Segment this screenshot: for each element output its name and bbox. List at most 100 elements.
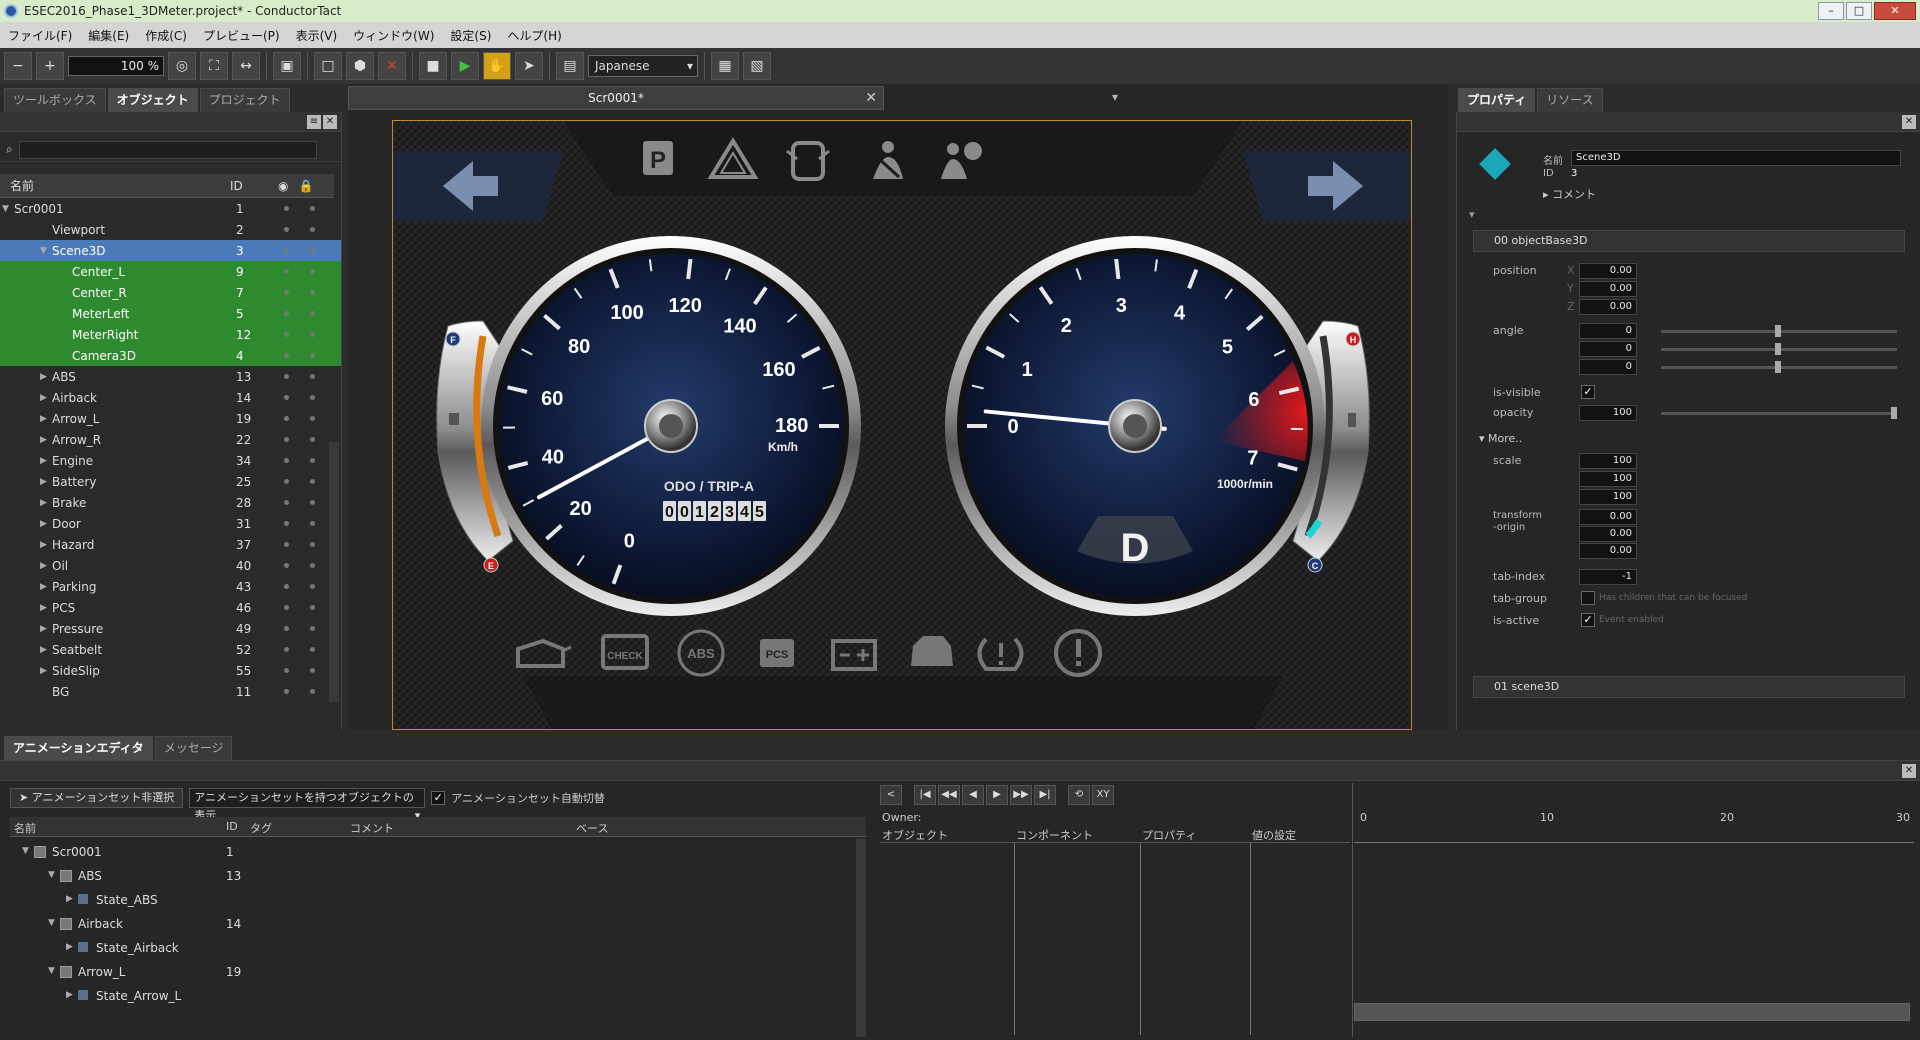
anim-row[interactable]: ▼ ABS 13: [10, 865, 850, 889]
tab-messages[interactable]: メッセージ: [154, 736, 233, 760]
tree-row[interactable]: ▶ Door 31: [0, 513, 341, 534]
timeline-ruler[interactable]: 0 10 20 30: [1354, 783, 1914, 843]
expand-icon[interactable]: ▼: [40, 246, 47, 256]
lock-icon[interactable]: 🔒: [288, 179, 313, 193]
tree-row[interactable]: ▶ Battery 25: [0, 471, 341, 492]
visibility-dot[interactable]: [284, 500, 289, 505]
visibility-dot[interactable]: [310, 206, 315, 211]
tree-row[interactable]: BG 11: [0, 681, 341, 702]
meter-stage[interactable]: P F E 0 20 40 60 80 100 120 140 160 180 …: [392, 120, 1412, 730]
fit-icon[interactable]: ◎: [168, 52, 196, 80]
visibility-dot[interactable]: [310, 395, 315, 400]
position-x-input[interactable]: 0.00: [1579, 263, 1637, 279]
visibility-dot[interactable]: [310, 479, 315, 484]
xy-button[interactable]: XY: [1092, 785, 1114, 805]
collapse-icon[interactable]: ▶: [40, 666, 47, 676]
collapse-icon[interactable]: ▶: [40, 603, 47, 613]
eye-icon[interactable]: ◉: [270, 179, 288, 193]
first-frame-icon[interactable]: |◀: [914, 785, 936, 805]
visibility-dot[interactable]: [310, 584, 315, 589]
visibility-dot[interactable]: [284, 626, 289, 631]
position-z-input[interactable]: 0.00: [1579, 299, 1637, 315]
visibility-dot[interactable]: [284, 542, 289, 547]
visibility-dot[interactable]: [284, 521, 289, 526]
anim-expand-icon[interactable]: ▶: [66, 990, 73, 1000]
tab-dropdown-icon[interactable]: ▾: [1112, 90, 1118, 104]
visibility-dot[interactable]: [284, 416, 289, 421]
autoswitch-checkbox[interactable]: ✓: [431, 791, 446, 805]
visibility-dot[interactable]: [310, 500, 315, 505]
anim-row[interactable]: ▼ Airback 14: [10, 913, 850, 937]
more-toggle[interactable]: ▾ More..: [1479, 432, 1522, 445]
anim-scrollbar[interactable]: [856, 839, 866, 1037]
tree-row[interactable]: ▶ Seatbelt 52: [0, 639, 341, 660]
panel-close-icon[interactable]: ✕: [323, 115, 337, 129]
is-visible-checkbox[interactable]: ✓: [1581, 385, 1595, 399]
visibility-dot[interactable]: [310, 563, 315, 568]
section-scene3d[interactable]: 01 scene3D: [1473, 676, 1905, 698]
menu-view[interactable]: 表示(V): [288, 27, 346, 44]
origin-z-input[interactable]: 0.00: [1579, 543, 1637, 559]
tree-row[interactable]: ▶ Pressure 49: [0, 618, 341, 639]
visibility-dot[interactable]: [310, 374, 315, 379]
fullscreen-icon[interactable]: ⛶: [200, 52, 228, 80]
visibility-dot[interactable]: [284, 479, 289, 484]
visibility-dot[interactable]: [310, 689, 315, 694]
tree-row[interactable]: ▶ Parking 43: [0, 576, 341, 597]
menu-file[interactable]: ファイル(F): [0, 27, 80, 44]
collapse-icon[interactable]: ▶: [40, 624, 47, 634]
tree-row[interactable]: ▶ Brake 28: [0, 492, 341, 513]
search-input[interactable]: [18, 140, 317, 159]
language-select[interactable]: Japanese: [588, 55, 698, 77]
angle-y-input[interactable]: 0: [1579, 341, 1637, 357]
add-3d-icon[interactable]: ⬢: [346, 52, 374, 80]
visibility-dot[interactable]: [284, 437, 289, 442]
width-icon[interactable]: ↔: [232, 52, 260, 80]
visibility-dot[interactable]: [284, 563, 289, 568]
angle-z-input[interactable]: 0: [1579, 359, 1637, 375]
doc-close-icon[interactable]: ✕: [865, 87, 877, 109]
tree-row[interactable]: ▶ ABS 13: [0, 366, 341, 387]
tab-animation-editor[interactable]: アニメーションエディタ: [4, 736, 153, 760]
anim-expand-icon[interactable]: ▶: [66, 942, 73, 952]
visibility-dot[interactable]: [284, 269, 289, 274]
scale-y-input[interactable]: 100: [1579, 471, 1637, 487]
section-objectbase3d[interactable]: 00 objectBase3D: [1473, 230, 1905, 252]
collapse-icon[interactable]: ▶: [40, 435, 47, 445]
name-input[interactable]: Scene3D: [1571, 150, 1901, 166]
next-key-icon[interactable]: ▶▶: [1010, 785, 1032, 805]
stop-icon[interactable]: ■: [419, 52, 447, 80]
visibility-dot[interactable]: [310, 605, 315, 610]
visibility-dot[interactable]: [284, 668, 289, 673]
anim-col-name[interactable]: 名前: [14, 820, 36, 836]
tree-row[interactable]: ▼ Scene3D 3: [0, 240, 341, 261]
visibility-dot[interactable]: [310, 248, 315, 253]
menu-window[interactable]: ウィンドウ(W): [345, 27, 442, 44]
tree-row[interactable]: Center_L 9: [0, 261, 341, 282]
anim-col-comment[interactable]: コメント: [350, 820, 394, 836]
tab-properties[interactable]: プロパティ: [1458, 88, 1536, 112]
visibility-dot[interactable]: [284, 647, 289, 652]
close-window-button[interactable]: ✕: [1874, 2, 1916, 20]
visibility-dot[interactable]: [310, 521, 315, 526]
visibility-dot[interactable]: [284, 311, 289, 316]
visibility-dot[interactable]: [284, 290, 289, 295]
zoom-out-icon[interactable]: −: [4, 52, 32, 80]
menu-help[interactable]: ヘルプ(H): [499, 27, 569, 44]
anim-col-tag[interactable]: タグ: [250, 820, 272, 836]
collapse-icon[interactable]: ▶: [40, 645, 47, 655]
anim-expand-icon[interactable]: ▼: [48, 918, 55, 928]
collapse-icon[interactable]: ▶: [40, 561, 47, 571]
visibility-dot[interactable]: [284, 374, 289, 379]
add-object-icon[interactable]: ▣: [273, 52, 301, 80]
tree-row[interactable]: MeterLeft 5: [0, 303, 341, 324]
visibility-dot[interactable]: [284, 248, 289, 253]
column-name[interactable]: 名前: [0, 177, 220, 194]
visibility-dot[interactable]: [310, 437, 315, 442]
visibility-dot[interactable]: [310, 290, 315, 295]
minimize-button[interactable]: –: [1818, 2, 1844, 20]
anim-expand-icon[interactable]: ▼: [48, 966, 55, 976]
timeline-scrollbar[interactable]: [1354, 1003, 1910, 1021]
tree-row[interactable]: ▶ Hazard 37: [0, 534, 341, 555]
visibility-dot[interactable]: [310, 668, 315, 673]
